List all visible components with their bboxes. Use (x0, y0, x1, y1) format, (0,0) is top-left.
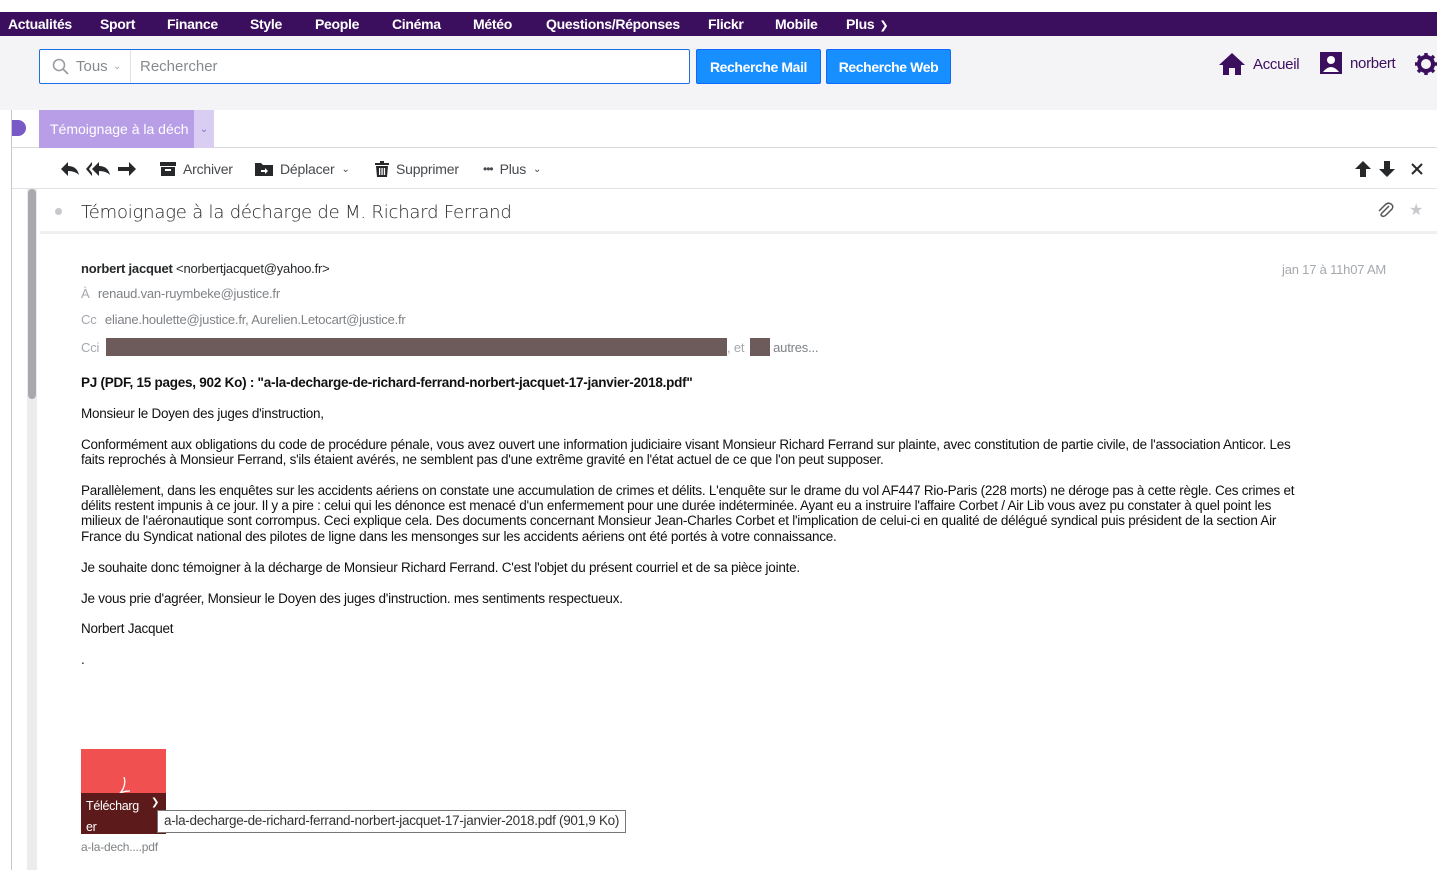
gear-icon[interactable] (1415, 53, 1437, 75)
arrow-up-icon[interactable] (1355, 161, 1371, 177)
top-navigation: Actualités Sport Finance Style People Ci… (0, 12, 1437, 36)
attachment-filename[interactable]: a-la-dech....pdf (81, 840, 158, 854)
nav-mobile[interactable]: Mobile (775, 16, 818, 32)
delete-label: Supprimer (396, 161, 459, 177)
nav-cinema[interactable]: Cinéma (392, 16, 441, 32)
move-button[interactable]: Déplacer ⌄ (255, 161, 350, 177)
nav-style[interactable]: Style (250, 16, 282, 32)
search-box: Tous ⌄ (39, 49, 690, 84)
chevron-down-icon: ⌄ (533, 163, 542, 175)
nav-people[interactable]: People (315, 16, 359, 32)
tabs-bar: Témoignage à la déch ⌄ (12, 110, 1437, 148)
nav-questions-reponses[interactable]: Questions/Réponses (546, 16, 680, 32)
attachment-thumbnail[interactable]: Télécharg er ❯ (81, 749, 166, 834)
sender-email: <norbertjacquet@yahoo.fr> (176, 261, 330, 276)
reply-all-icon[interactable] (86, 162, 110, 176)
bcc-more-link[interactable]: autres... (773, 340, 818, 355)
search-scope-select[interactable]: Tous (76, 58, 108, 75)
bcc-field: Cci , et autres... (81, 338, 819, 356)
home-link-label: Accueil (1253, 55, 1300, 73)
download-label-cont: er (86, 820, 97, 834)
chevron-down-icon: ⌄ (341, 163, 350, 175)
trash-icon (375, 161, 389, 177)
paragraph-line: Conformément aux obligations du code de … (81, 437, 1291, 452)
bcc-separator: , et (727, 340, 745, 355)
attachment-tooltip: a-la-decharge-de-richard-ferrand-norbert… (157, 810, 627, 833)
to-label: À (81, 286, 90, 301)
close-icon[interactable] (1411, 163, 1423, 175)
user-name: norbert (1350, 54, 1396, 72)
message-subject: Témoignage à la décharge de M. Richard F… (81, 202, 512, 223)
home-icon (1219, 53, 1245, 75)
chevron-down-icon[interactable]: ❯ (151, 797, 159, 808)
left-sidebar-edge (0, 110, 12, 870)
user-profile-link[interactable]: norbert (1320, 52, 1396, 74)
download-label: Télécharg (86, 799, 139, 813)
sender-name[interactable]: norbert jacquet (81, 261, 173, 276)
read-status-dot[interactable] (55, 208, 62, 215)
paragraph-line: faits reprochés à Monsieur Ferrand, s'il… (81, 452, 884, 467)
delete-button[interactable]: Supprimer (375, 161, 459, 177)
attachment-line: PJ (PDF, 15 pages, 902 Ko) : "a-la-decha… (81, 375, 693, 390)
cc-label: Cc (81, 312, 97, 327)
paragraph-line: milieux de l'aéronautique sont corrompus… (81, 513, 1277, 528)
cc-field: Cc eliane.houlette@justice.fr, Aurelien.… (81, 312, 406, 327)
nav-sport[interactable]: Sport (100, 16, 135, 32)
tab-message[interactable]: Témoignage à la déch (39, 110, 194, 148)
paragraph-line: Parallèlement, dans les enquêtes sur les… (81, 483, 1295, 498)
user-icon (1320, 52, 1342, 74)
nav-meteo[interactable]: Météo (473, 16, 512, 32)
chevron-down-icon[interactable]: ⌄ (194, 110, 214, 148)
redacted-block (105, 338, 727, 356)
chevron-down-icon: ❯ (879, 20, 889, 32)
archive-button[interactable]: Archiver (160, 161, 233, 177)
more-label: Plus (499, 161, 527, 177)
search-icon (52, 58, 69, 75)
home-link[interactable]: Accueil (1218, 52, 1300, 76)
search-web-button[interactable]: Recherche Web (826, 49, 951, 84)
subject-row: Témoignage à la décharge de M. Richard F… (40, 189, 1437, 234)
smiley-icon[interactable] (12, 120, 26, 136)
arrow-down-icon[interactable] (1379, 161, 1395, 177)
nav-finance[interactable]: Finance (167, 16, 218, 32)
paperclip-icon (1378, 202, 1394, 218)
redacted-block (749, 338, 770, 356)
to-recipient[interactable]: renaud.van-ruymbeke@justice.fr (98, 286, 280, 301)
message-date: jan 17 à 11h07 AM (1282, 262, 1387, 277)
trailing-dot: . (81, 652, 85, 667)
star-icon[interactable]: ★ (1409, 200, 1423, 220)
search-mail-button[interactable]: Recherche Mail (696, 49, 821, 84)
paragraph-line: délits restent impunis à ce jour. Il y a… (81, 498, 1272, 513)
more-actions-button[interactable]: ••• Plus ⌄ (483, 161, 541, 177)
signature: Norbert Jacquet (81, 621, 174, 636)
search-bar-area: Tous ⌄ Recherche Mail Recherche Web Accu… (0, 36, 1437, 110)
sender: norbert jacquet <norbertjacquet@yahoo.fr… (81, 261, 330, 276)
message-toolbar: Archiver Déplacer ⌄ Supprimer ••• Plus ⌄ (12, 149, 1437, 189)
nav-plus[interactable]: Plus ❯ (846, 16, 889, 32)
reply-icon[interactable] (61, 162, 79, 176)
greeting: Monsieur le Doyen des juges d'instructio… (81, 406, 324, 421)
divider (130, 50, 131, 83)
forward-icon[interactable] (118, 162, 136, 176)
paragraph: Je souhaite donc témoigner à la décharge… (81, 560, 800, 575)
archive-icon (160, 162, 176, 176)
bcc-label: Cci (81, 340, 100, 355)
to-field: À renaud.van-ruymbeke@justice.fr (81, 286, 280, 301)
cc-recipients[interactable]: eliane.houlette@justice.fr, Aurelien.Let… (105, 312, 406, 327)
chevron-down-icon: ⌄ (113, 61, 122, 72)
move-label: Déplacer (280, 161, 335, 177)
folder-move-icon (255, 163, 273, 176)
archive-label: Archiver (183, 161, 233, 177)
search-input[interactable] (140, 51, 680, 82)
nav-plus-label: Plus (846, 16, 875, 32)
ellipsis-icon: ••• (483, 162, 494, 176)
paragraph: Je vous prie d'agréer, Monsieur le Doyen… (81, 591, 623, 606)
scrollbar-thumb[interactable] (28, 189, 36, 399)
nav-flickr[interactable]: Flickr (708, 16, 744, 32)
scrollbar[interactable] (27, 189, 37, 870)
nav-actualites[interactable]: Actualités (8, 16, 72, 32)
paragraph-line: France du Syndicat national des pilotes … (81, 529, 837, 544)
